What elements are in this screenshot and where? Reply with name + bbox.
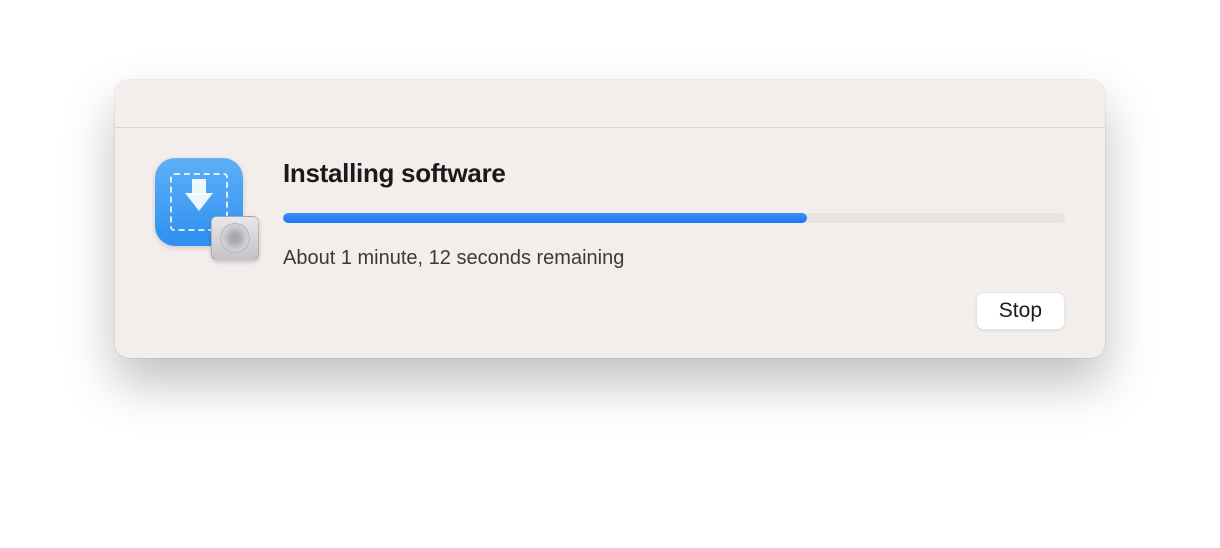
status-text: About 1 minute, 12 seconds remaining [283, 247, 1065, 270]
install-dialog: Installing software About 1 minute, 12 s… [115, 80, 1105, 358]
progress-bar [283, 213, 1065, 223]
stop-button[interactable]: Stop [976, 292, 1065, 330]
progress-fill [283, 213, 807, 223]
dialog-title: Installing software [283, 158, 1065, 189]
installer-icon [155, 158, 255, 258]
titlebar[interactable] [115, 80, 1105, 128]
button-row: Stop [283, 292, 1065, 330]
main-content: Installing software About 1 minute, 12 s… [283, 158, 1065, 330]
hard-disk-icon [211, 216, 259, 260]
dialog-content: Installing software About 1 minute, 12 s… [115, 128, 1105, 358]
